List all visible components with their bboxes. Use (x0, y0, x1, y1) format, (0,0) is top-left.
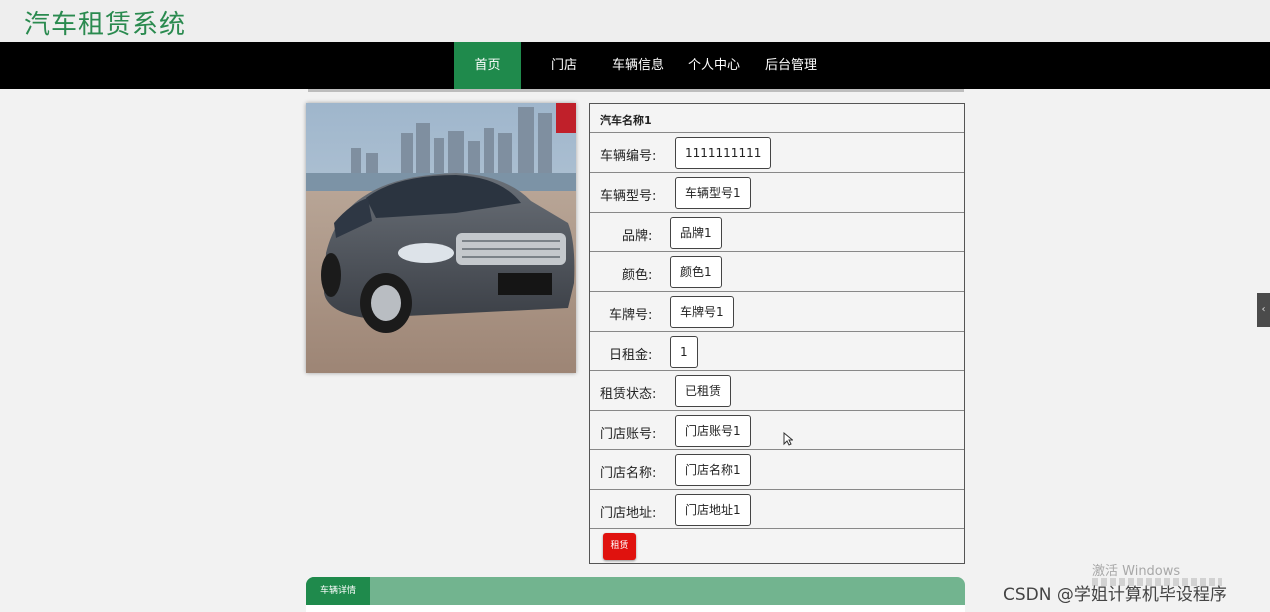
nav-home[interactable]: 首页 (454, 42, 521, 89)
tab-vehicle-detail[interactable]: 车辆详情 (306, 577, 370, 605)
row-store-name: 门店名称: 门店名称1 (590, 449, 964, 489)
main-nav: 首页 门店 车辆信息 个人中心 后台管理 (0, 42, 1270, 89)
car-photo (306, 103, 576, 373)
chevron-left-icon: ‹ (1261, 304, 1266, 315)
nav-stores[interactable]: 门店 (540, 42, 588, 89)
field-label: 日租金: (609, 348, 653, 363)
field-label: 车辆型号: (600, 189, 657, 204)
field-label: 车牌号: (609, 308, 653, 323)
site-title[interactable]: 汽车租赁系统 (24, 4, 186, 41)
windows-activation-watermark: 激活 Windows (1092, 564, 1181, 579)
field-label: 品牌: (622, 229, 653, 244)
nav-vehicle-info[interactable]: 车辆信息 (604, 42, 672, 89)
divider (308, 89, 964, 92)
field-label: 门店地址: (600, 506, 657, 521)
row-actions: 租赁 (590, 528, 964, 563)
field-value: 门店账号1 (675, 415, 751, 447)
row-vehicle-number: 车辆编号: 1111111111 (590, 132, 964, 172)
row-store-account: 门店账号: 门店账号1 (590, 410, 964, 450)
mouse-cursor-icon (783, 432, 793, 446)
field-value: 品牌1 (670, 217, 722, 249)
car-detail-panel: 汽车名称1 车辆编号: 1111111111 车辆型号: 车辆型号1 品牌: 品… (589, 103, 965, 564)
field-label: 租赁状态: (600, 387, 657, 402)
side-collapse-handle[interactable]: ‹ (1257, 293, 1270, 327)
field-label: 门店账号: (600, 427, 657, 442)
field-value: 车辆型号1 (675, 177, 751, 209)
nav-personal-center[interactable]: 个人中心 (682, 42, 746, 89)
row-rent-status: 租赁状态: 已租赁 (590, 370, 964, 410)
field-value: 1 (670, 336, 698, 368)
rent-button[interactable]: 租赁 (603, 533, 636, 560)
row-daily-rent: 日租金: 1 (590, 331, 964, 371)
field-value: 门店名称1 (675, 454, 751, 486)
row-vehicle-model: 车辆型号: 车辆型号1 (590, 172, 964, 212)
nav-admin[interactable]: 后台管理 (758, 42, 824, 89)
field-value: 门店地址1 (675, 494, 751, 526)
car-name: 汽车名称1 (600, 114, 652, 127)
row-store-address: 门店地址: 门店地址1 (590, 489, 964, 529)
row-plate-number: 车牌号: 车牌号1 (590, 291, 964, 331)
car-image (306, 103, 576, 373)
tabbar-underline (306, 605, 965, 612)
top-header: 汽车租赁系统 (0, 0, 1270, 42)
detail-tabbar: 车辆详情 (306, 577, 965, 612)
row-brand: 品牌: 品牌1 (590, 212, 964, 252)
field-value: 车牌号1 (670, 296, 734, 328)
field-label: 车辆编号: (600, 149, 657, 164)
row-color: 颜色: 颜色1 (590, 251, 964, 291)
field-label: 颜色: (622, 268, 653, 283)
field-value: 颜色1 (670, 256, 722, 288)
field-value: 1111111111 (675, 137, 772, 169)
field-label: 门店名称: (600, 466, 657, 481)
csdn-watermark: CSDN @学姐计算机毕设程序 (1003, 585, 1227, 605)
field-value: 已租赁 (675, 375, 732, 407)
